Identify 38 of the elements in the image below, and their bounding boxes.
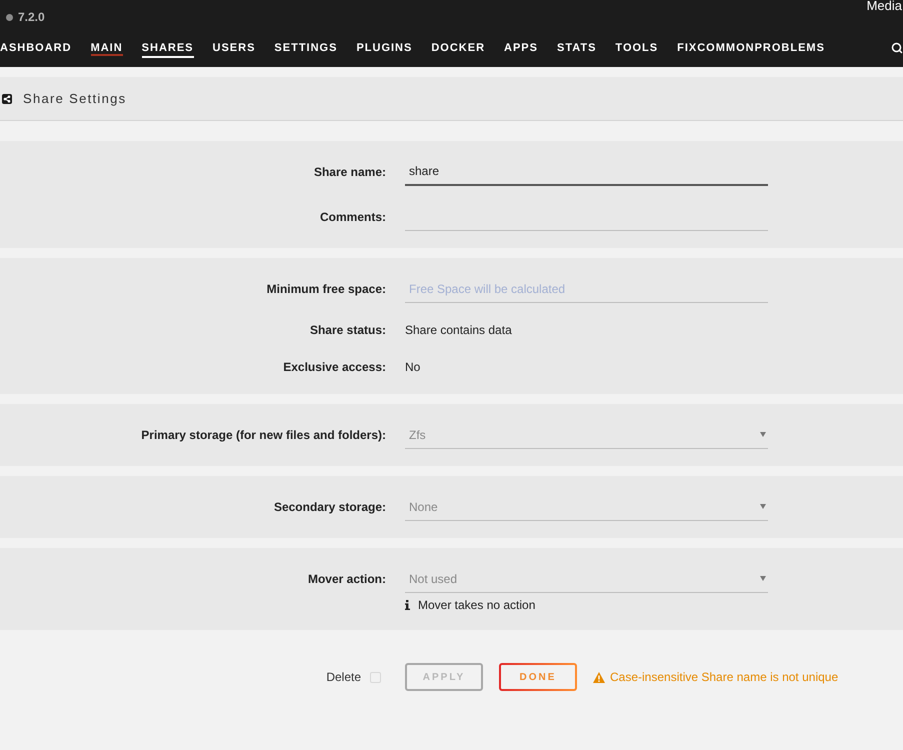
caret-icon xyxy=(760,432,766,437)
warning-message: Case-insensitive Share name is not unique xyxy=(610,669,838,686)
nav-tab[interactable]: DOCKER xyxy=(431,41,486,58)
warning-icon xyxy=(593,672,605,682)
field-label: Primary storage (for new files and folders): xyxy=(141,427,386,444)
field-label: Exclusive access: xyxy=(283,359,386,376)
field-label: Mover action: xyxy=(308,571,386,588)
caret-icon xyxy=(760,504,766,509)
info-note: Mover takes no action xyxy=(418,597,536,614)
field-value: No xyxy=(405,359,420,376)
nav-tab[interactable]: ASHBOARD xyxy=(0,41,72,58)
caret-icon xyxy=(760,576,766,581)
field-label: Comments: xyxy=(320,209,386,226)
nav-tab[interactable]: USERS xyxy=(212,41,256,58)
version-text: 7.2.0 xyxy=(18,9,45,26)
text-field[interactable]: share xyxy=(405,158,768,186)
delete-checkbox[interactable] xyxy=(370,672,381,682)
nav-tab[interactable]: MAIN xyxy=(90,41,123,58)
nav-tab[interactable]: FIXCOMMONPROBLEMS xyxy=(677,41,825,58)
field-label: Share status: xyxy=(310,322,386,339)
share-icon xyxy=(2,94,12,104)
text-field[interactable]: Free Space will be calculated xyxy=(405,275,768,303)
nav-tab[interactable]: SHARES xyxy=(142,41,194,58)
delete-label: Delete xyxy=(326,669,361,686)
server-name: Media xyxy=(866,0,903,12)
nav-tab[interactable]: PLUGINS xyxy=(356,41,412,58)
circle-icon xyxy=(6,14,13,20)
nav-tab[interactable]: STATS xyxy=(556,41,596,58)
field-label: Secondary storage: xyxy=(274,499,386,516)
page-title: Share Settings xyxy=(23,90,126,108)
field-value: Share contains data xyxy=(405,322,512,339)
search-icon[interactable] xyxy=(891,42,903,54)
nav-tab[interactable]: SETTINGS xyxy=(274,41,338,58)
nav-tab[interactable]: TOOLS xyxy=(615,41,658,58)
field-label: Share name: xyxy=(314,164,386,181)
info-icon xyxy=(405,600,410,610)
nav-tab[interactable]: APPS xyxy=(504,41,538,58)
field-label: Minimum free space: xyxy=(266,281,386,298)
